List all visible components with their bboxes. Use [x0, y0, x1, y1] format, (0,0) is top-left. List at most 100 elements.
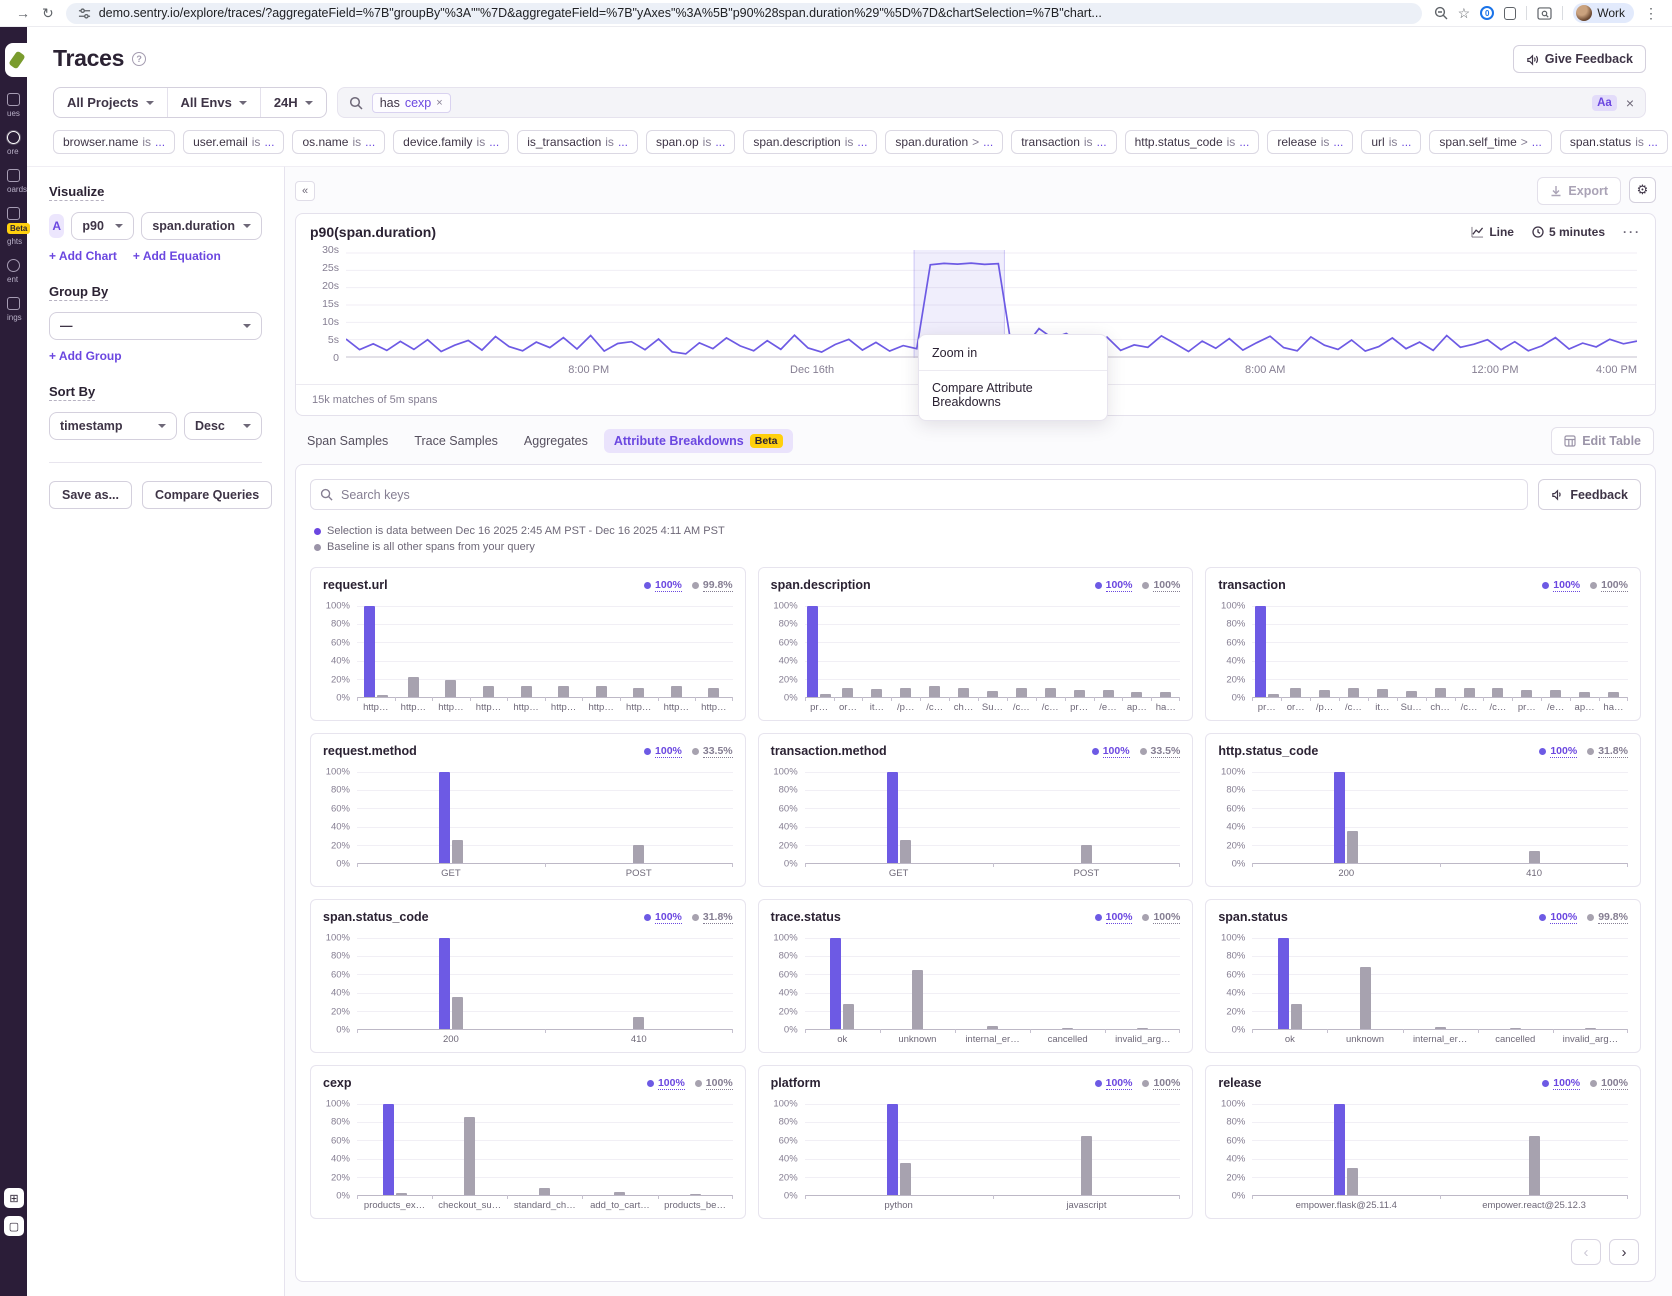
- legend-baseline-percent[interactable]: 100%: [1153, 911, 1180, 924]
- legend-baseline-percent[interactable]: 31.8%: [703, 911, 733, 924]
- search-keys-input[interactable]: [310, 479, 1528, 510]
- filter-chip-span.status[interactable]: span.statusis...: [1560, 130, 1668, 154]
- environments-dropdown[interactable]: All Envs: [167, 88, 260, 117]
- bar-group-internal_er…[interactable]: [1403, 938, 1478, 1029]
- export-button[interactable]: Export: [1537, 177, 1621, 205]
- legend-selection-percent[interactable]: 100%: [1103, 745, 1130, 758]
- bar-group-or…[interactable]: [834, 606, 863, 697]
- add-equation-button[interactable]: + Add Equation: [133, 249, 221, 263]
- filter-chip-is_transaction[interactable]: is_transactionis...: [517, 130, 638, 154]
- site-settings-icon[interactable]: [78, 7, 91, 20]
- bar-group-ok[interactable]: [805, 938, 880, 1029]
- bar-group-pr…[interactable]: [1065, 606, 1094, 697]
- add-group-button[interactable]: + Add Group: [49, 349, 122, 363]
- bar-group-javascript[interactable]: [993, 1104, 1181, 1195]
- case-sensitivity-toggle[interactable]: Aa: [1592, 95, 1617, 111]
- filter-token-has-cexp[interactable]: has cexp ×: [372, 93, 451, 113]
- bar-group-/c…[interactable]: [920, 606, 949, 697]
- group-by-select[interactable]: —: [49, 312, 262, 340]
- filter-chip-span.description[interactable]: span.descriptionis...: [743, 130, 877, 154]
- filter-chip-browser.name[interactable]: browser.nameis...: [53, 130, 175, 154]
- legend-baseline-percent[interactable]: 100%: [1153, 579, 1180, 592]
- bar-group-or…[interactable]: [1281, 606, 1310, 697]
- remove-token-icon[interactable]: ×: [436, 97, 442, 109]
- filter-chip-release[interactable]: releaseis...: [1267, 130, 1353, 154]
- bar-group-unknown[interactable]: [880, 938, 955, 1029]
- extensions-icon[interactable]: [1504, 7, 1516, 20]
- legend-baseline-percent[interactable]: 100%: [1153, 1077, 1180, 1090]
- org-avatar[interactable]: [5, 43, 29, 77]
- filter-chip-span.duration[interactable]: span.duration>...: [885, 130, 1003, 154]
- tab-trace-samples[interactable]: Trace Samples: [404, 429, 508, 453]
- bar-group-http…[interactable]: [620, 606, 658, 697]
- bar-group-standard_ch…[interactable]: [507, 1104, 582, 1195]
- sidebar-item-alerts[interactable]: ent: [7, 259, 20, 284]
- bar-group-/e…[interactable]: [1541, 606, 1570, 697]
- legend-baseline-percent[interactable]: 99.8%: [703, 579, 733, 592]
- legend-baseline-percent[interactable]: 33.5%: [1151, 745, 1181, 758]
- bar-group-ch…[interactable]: [949, 606, 978, 697]
- bar-group-/e…[interactable]: [1094, 606, 1123, 697]
- tab-span-samples[interactable]: Span Samples: [297, 429, 398, 453]
- bar-group-ha…[interactable]: [1151, 606, 1180, 697]
- bar-group-http…[interactable]: [395, 606, 433, 697]
- context-menu-compare-breakdowns[interactable]: Compare Attribute Breakdowns: [919, 374, 1107, 416]
- legend-selection-percent[interactable]: 100%: [655, 579, 682, 592]
- edit-table-button[interactable]: Edit Table: [1551, 427, 1654, 455]
- bar-group-python[interactable]: [805, 1104, 993, 1195]
- aggregate-select[interactable]: p90: [71, 212, 134, 240]
- legend-selection-percent[interactable]: 100%: [1553, 1077, 1580, 1090]
- bar-group-POST[interactable]: [545, 772, 733, 863]
- help-icon[interactable]: ?: [132, 52, 146, 66]
- bar-group-ha…[interactable]: [1599, 606, 1628, 697]
- sidebar-item-dashboards[interactable]: oards: [7, 169, 27, 194]
- address-bar[interactable]: demo.sentry.io/explore/traces/?aggregate…: [66, 3, 1422, 24]
- extension-badge-icon[interactable]: 0: [1480, 6, 1494, 20]
- bar-group-pr…[interactable]: [1252, 606, 1281, 697]
- bar-group-http…[interactable]: [695, 606, 733, 697]
- filter-chip-device.family[interactable]: device.familyis...: [393, 130, 509, 154]
- clear-search-icon[interactable]: ×: [1626, 95, 1634, 111]
- bar-group-Su…[interactable]: [1397, 606, 1426, 697]
- bar-group-empower.react@25.12.3[interactable]: [1440, 1104, 1628, 1195]
- give-feedback-button[interactable]: Give Feedback: [1513, 45, 1646, 73]
- filter-chip-user.email[interactable]: user.emailis...: [183, 130, 284, 154]
- bar-group-/c…[interactable]: [1007, 606, 1036, 697]
- bar-group-internal_er…[interactable]: [955, 938, 1030, 1029]
- legend-baseline-percent[interactable]: 100%: [1601, 1077, 1628, 1090]
- bar-group-products_be…[interactable]: [658, 1104, 733, 1195]
- bar-group-it…[interactable]: [1368, 606, 1397, 697]
- bar-group-ap…[interactable]: [1122, 606, 1151, 697]
- sidebar-item-explore[interactable]: ore: [7, 131, 20, 156]
- filter-chip-transaction[interactable]: transactionis...: [1011, 130, 1116, 154]
- compare-queries-button[interactable]: Compare Queries: [142, 481, 272, 509]
- zoom-out-icon[interactable]: [1434, 6, 1448, 20]
- bar-group-http…[interactable]: [582, 606, 620, 697]
- legend-selection-percent[interactable]: 100%: [1550, 745, 1577, 758]
- bar-group-ok[interactable]: [1252, 938, 1327, 1029]
- bar-group-http…[interactable]: [545, 606, 583, 697]
- feedback-button[interactable]: Feedback: [1538, 479, 1641, 510]
- bar-group-pr…[interactable]: [1512, 606, 1541, 697]
- sort-direction-select[interactable]: Desc: [184, 412, 262, 440]
- bar-group-POST[interactable]: [993, 772, 1181, 863]
- bar-group-/c…[interactable]: [1483, 606, 1512, 697]
- bar-group-invalid_arg…[interactable]: [1553, 938, 1628, 1029]
- bar-group-ap…[interactable]: [1570, 606, 1599, 697]
- filter-chip-os.name[interactable]: os.nameis...: [292, 130, 385, 154]
- chart-type-toggle[interactable]: Line: [1471, 225, 1514, 239]
- tab-attribute-breakdowns[interactable]: Attribute BreakdownsBeta: [604, 429, 793, 453]
- legend-selection-percent[interactable]: 100%: [1106, 579, 1133, 592]
- bar-group-GET[interactable]: [805, 772, 993, 863]
- bar-group-/p…[interactable]: [1310, 606, 1339, 697]
- bar-group-empower.flask@25.11.4[interactable]: [1252, 1104, 1440, 1195]
- sort-field-select[interactable]: timestamp: [49, 412, 177, 440]
- bookmark-star-icon[interactable]: ☆: [1458, 6, 1471, 20]
- bar-group-200[interactable]: [1252, 772, 1440, 863]
- bar-group-410[interactable]: [545, 938, 733, 1029]
- bar-group-add_to_cart…[interactable]: [582, 1104, 657, 1195]
- legend-selection-percent[interactable]: 100%: [1553, 579, 1580, 592]
- sidebar-collapse-button[interactable]: ▢: [4, 1216, 24, 1236]
- collapse-panel-button[interactable]: «: [295, 181, 315, 201]
- bar-group-http…[interactable]: [432, 606, 470, 697]
